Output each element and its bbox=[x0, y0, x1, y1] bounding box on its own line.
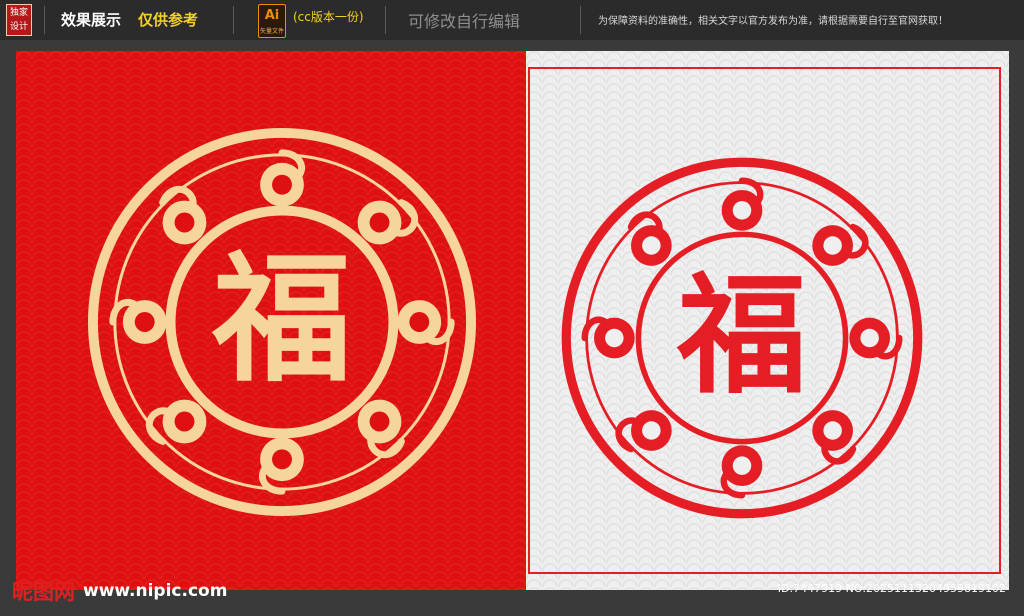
ai-subtext: 矢量文件 bbox=[259, 28, 284, 35]
red-fu-medallion: 福 bbox=[561, 157, 923, 519]
editable-label: 可修改自行编辑 bbox=[408, 12, 521, 31]
divider bbox=[580, 6, 581, 34]
nipic-url[interactable]: www.nipic.com bbox=[83, 581, 227, 601]
fu-character: 福 bbox=[676, 259, 807, 412]
artwork-canvas: 福 福 bbox=[16, 51, 1009, 590]
version-label: (cc版本一份) bbox=[293, 10, 364, 24]
ai-letter: Ai bbox=[264, 8, 280, 23]
nipic-logo-text: 昵图网 bbox=[12, 580, 75, 604]
logo-text-bottom: 设计 bbox=[9, 22, 28, 32]
gold-fu-medallion: 福 bbox=[87, 127, 477, 517]
divider bbox=[233, 6, 234, 34]
watermark-brand: 昵图网 www.nipic.com bbox=[12, 574, 227, 608]
preview-title: 效果展示 bbox=[61, 11, 122, 29]
top-toolbar: 独家 设计 效果展示 仅供参考 Ai 矢量文件 (cc版本一份) 可修改自行编辑… bbox=[0, 0, 1024, 40]
disclaimer-notice: 为保障资料的准确性，相关文字以官方发布为准，请根据需要自行至官网获取！ bbox=[598, 16, 948, 27]
reference-only-label: 仅供参考 bbox=[138, 11, 199, 29]
adobe-illustrator-icon: Ai 矢量文件 bbox=[258, 4, 286, 38]
divider bbox=[385, 6, 386, 34]
logo-text-top: 独家 bbox=[9, 8, 28, 18]
exclusive-design-logo: 独家 设计 bbox=[6, 4, 32, 36]
image-id-label: ID:7447919 NO:20251113204959819102 bbox=[777, 582, 1006, 595]
fu-character: 福 bbox=[211, 237, 351, 401]
divider bbox=[44, 6, 45, 34]
